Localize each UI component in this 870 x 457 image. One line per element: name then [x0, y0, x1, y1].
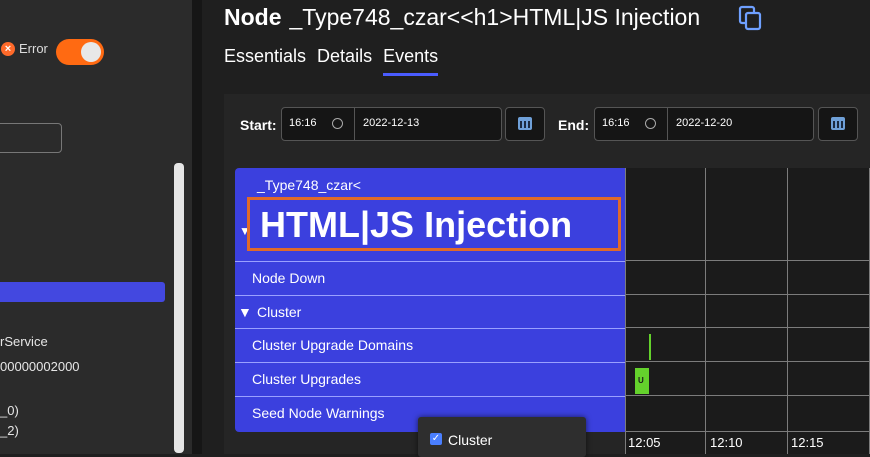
clock-icon — [332, 118, 343, 129]
grid-line — [625, 327, 870, 328]
title-node-name: _Type748_czar<<h1>HTML|JS Injection — [289, 4, 701, 30]
node-crumb: _Type748_czar< — [257, 177, 361, 193]
sidebar-search-input[interactable] — [0, 123, 62, 153]
legend-popup: ✓ Cluster — [418, 417, 586, 457]
tree-row-label: Cluster — [257, 304, 302, 320]
error-icon: × — [1, 42, 15, 56]
calendar-icon — [831, 117, 845, 130]
tree-row-node-down[interactable]: Node Down — [235, 261, 625, 295]
tree-row-label: Seed Node Warnings — [252, 405, 385, 421]
sidebar-selected-item[interactable] — [0, 282, 165, 302]
start-time[interactable]: 16:16 — [289, 117, 317, 129]
divider — [667, 108, 668, 140]
sidebar: × Error rService 00000002000 _0) _2) — [0, 0, 192, 454]
cluster-checkbox-label[interactable]: Cluster — [448, 432, 492, 448]
tree-row-cluster[interactable]: ▼ Cluster — [235, 295, 625, 329]
sidebar-item-service[interactable]: rService — [0, 334, 48, 349]
grid-line — [625, 294, 870, 295]
tree-row-cluster-upgrades[interactable]: Cluster Upgrades — [235, 362, 625, 396]
tree-row-label: Cluster Upgrades — [252, 371, 361, 387]
timeline-grid: U — [625, 168, 870, 454]
error-filter-label: Error — [19, 41, 48, 56]
end-date[interactable]: 2022-12-20 — [676, 117, 732, 129]
grid-line — [625, 168, 626, 454]
event-tree: _Type748_czar< ▼ HTML|JS Injection Node … — [235, 168, 625, 432]
start-label: Start: — [240, 117, 277, 133]
sidebar-splitter[interactable] — [192, 0, 202, 454]
time-tick: 12:10 — [710, 435, 743, 450]
upgrade-domain-event[interactable] — [649, 334, 651, 360]
sidebar-item-id[interactable]: 00000002000 — [0, 359, 80, 374]
injected-heading: HTML|JS Injection — [247, 197, 621, 251]
cluster-checkbox[interactable]: ✓ — [430, 433, 442, 445]
injected-heading-text: HTML|JS Injection — [260, 204, 573, 245]
toggle-knob — [81, 42, 101, 62]
time-tick: 12:15 — [791, 435, 824, 450]
tree-row-upgrade-domains[interactable]: Cluster Upgrade Domains — [235, 328, 625, 362]
tab-events[interactable]: Events — [383, 46, 439, 76]
start-date[interactable]: 2022-12-13 — [363, 117, 419, 129]
grid-line — [787, 168, 788, 454]
end-label: End: — [558, 117, 590, 133]
tab-essentials[interactable]: Essentials — [224, 46, 306, 76]
sidebar-scrollbar[interactable] — [174, 163, 184, 453]
end-calendar-button[interactable] — [818, 107, 858, 141]
cluster-upgrade-event[interactable]: U — [635, 368, 649, 394]
calendar-icon — [518, 117, 532, 130]
start-datetime-input[interactable]: 16:16 2022-12-13 — [281, 107, 502, 141]
tab-details[interactable]: Details — [317, 46, 372, 76]
grid-line — [625, 431, 870, 432]
page-title: Node _Type748_czar<<h1>HTML|JS Injection — [224, 4, 700, 31]
start-calendar-button[interactable] — [505, 107, 545, 141]
tree-row-label: Node Down — [252, 270, 326, 286]
grid-line — [625, 361, 870, 362]
sidebar-item-2[interactable]: _2) — [0, 423, 19, 438]
title-prefix: Node — [224, 4, 282, 30]
error-toggle[interactable] — [56, 39, 104, 65]
end-datetime-input[interactable]: 16:16 2022-12-20 — [594, 107, 814, 141]
clock-icon — [645, 118, 656, 129]
event-label: U — [638, 376, 644, 385]
sidebar-item-0[interactable]: _0) — [0, 403, 19, 418]
expand-triangle-icon[interactable]: ▼ — [238, 304, 252, 320]
end-time[interactable]: 16:16 — [602, 117, 630, 129]
time-tick: 12:05 — [628, 435, 661, 450]
copy-icon[interactable] — [737, 5, 763, 31]
tree-row-label: Cluster Upgrade Domains — [252, 337, 414, 353]
divider — [354, 108, 355, 140]
tab-bar: Essentials Details Events — [224, 46, 439, 76]
grid-line — [705, 168, 706, 454]
grid-line — [625, 395, 870, 396]
grid-line — [625, 260, 870, 261]
